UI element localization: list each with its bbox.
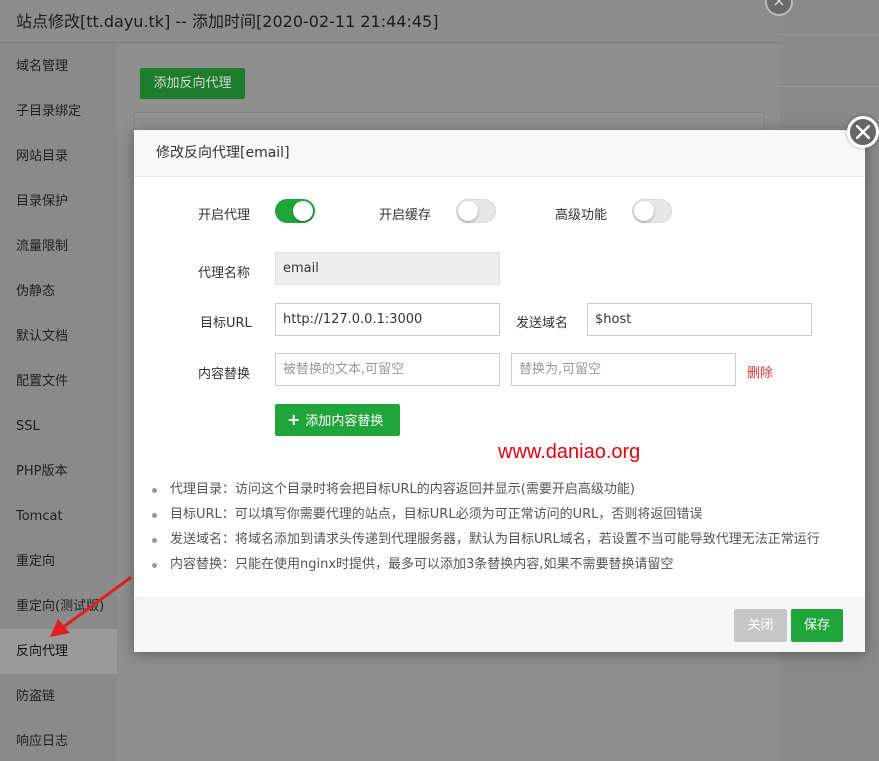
add-content-replace-button[interactable]: + 添加内容替换: [275, 404, 400, 436]
sidebar-item-rewrite[interactable]: 伪静态: [0, 269, 117, 314]
watermark-text: www.daniao.org: [498, 441, 641, 463]
sidebar-item-tomcat[interactable]: Tomcat: [0, 494, 117, 539]
toggle-knob: [458, 201, 478, 221]
dialog-footer: 关闭 保存: [134, 597, 865, 652]
sidebar-item-domain[interactable]: 域名管理: [0, 44, 117, 89]
background-divider: [780, 34, 879, 35]
sidebar-item-php[interactable]: PHP版本: [0, 449, 117, 494]
help-note: 代理目录：访问这个目录时将会把目标URL的内容返回并显示(需要开启高级功能): [150, 482, 820, 507]
sidebar-item-default-doc[interactable]: 默认文档: [0, 314, 117, 359]
add-content-replace-label: 添加内容替换: [305, 414, 384, 429]
sidebar-item-hotlink[interactable]: 防盗链: [0, 674, 117, 719]
sidebar-item-traffic[interactable]: 流量限制: [0, 224, 117, 269]
enable-proxy-toggle[interactable]: [275, 199, 315, 223]
sidebar-item-dir-protect[interactable]: 目录保护: [0, 179, 117, 224]
sidebar-item-response-log[interactable]: 响应日志: [0, 719, 117, 761]
replace-to-input[interactable]: 替换为,可留空: [511, 353, 736, 386]
advanced-toggle[interactable]: [632, 199, 672, 223]
help-note: 发送域名：将域名添加到请求头传递到代理服务器，默认为目标URL域名，若设置不当可…: [150, 532, 820, 557]
sidebar-item-subdir[interactable]: 子目录绑定: [0, 89, 117, 134]
sidebar-item-reverse-proxy[interactable]: 反向代理: [0, 629, 117, 674]
replace-from-input[interactable]: 被替换的文本,可留空: [275, 353, 500, 386]
proxy-name-label: 代理名称: [198, 266, 251, 281]
dialog-close-icon[interactable]: [847, 116, 879, 148]
add-reverse-proxy-button[interactable]: 添加反向代理: [140, 68, 245, 99]
edit-reverse-proxy-dialog: 修改反向代理[email] 开启代理 开启缓存 高级功能 代理名称 email …: [134, 130, 865, 652]
close-icon: [856, 125, 870, 139]
send-domain-label: 发送域名: [516, 316, 569, 331]
target-url-input[interactable]: http://127.0.0.1:3000: [275, 303, 500, 336]
plus-icon: +: [287, 410, 301, 429]
delete-replace-link[interactable]: 删除: [747, 362, 773, 381]
background-divider: [780, 86, 879, 87]
sidebar-item-redirect[interactable]: 重定向: [0, 539, 117, 584]
help-note: 目标URL：可以填写你需要代理的站点，目标URL必须为可正常访问的URL，否则将…: [150, 507, 820, 532]
toggle-knob: [634, 201, 654, 221]
content-replace-label: 内容替换: [198, 367, 251, 382]
help-note: 内容替换：只能在使用nginx时提供，最多可以添加3条替换内容,如果不需要替换请…: [150, 557, 820, 582]
dialog-title: 修改反向代理[email]: [134, 130, 865, 177]
advanced-label: 高级功能: [555, 208, 608, 223]
enable-proxy-label: 开启代理: [198, 208, 251, 223]
sidebar-item-site-dir[interactable]: 网站目录: [0, 134, 117, 179]
sidebar-item-config[interactable]: 配置文件: [0, 359, 117, 404]
target-url-label: 目标URL: [200, 316, 252, 331]
sidebar: 域名管理 子目录绑定 网站目录 目录保护 流量限制 伪静态 默认文档 配置文件 …: [0, 44, 117, 761]
proxy-name-field: email: [275, 252, 500, 285]
site-edit-title: 站点修改[tt.dayu.tk] -- 添加时间[2020-02-11 21:4…: [0, 0, 780, 43]
close-button[interactable]: 关闭: [734, 609, 787, 642]
enable-cache-toggle[interactable]: [456, 199, 496, 223]
sidebar-item-redirect-beta[interactable]: 重定向(测试版): [0, 584, 117, 629]
save-button[interactable]: 保存: [791, 609, 843, 642]
enable-cache-label: 开启缓存: [379, 208, 432, 223]
send-domain-input[interactable]: $host: [587, 303, 812, 336]
help-notes: 代理目录：访问这个目录时将会把目标URL的内容返回并显示(需要开启高级功能) 目…: [150, 482, 820, 582]
toggle-knob: [293, 201, 313, 221]
sidebar-item-ssl[interactable]: SSL: [0, 404, 117, 449]
